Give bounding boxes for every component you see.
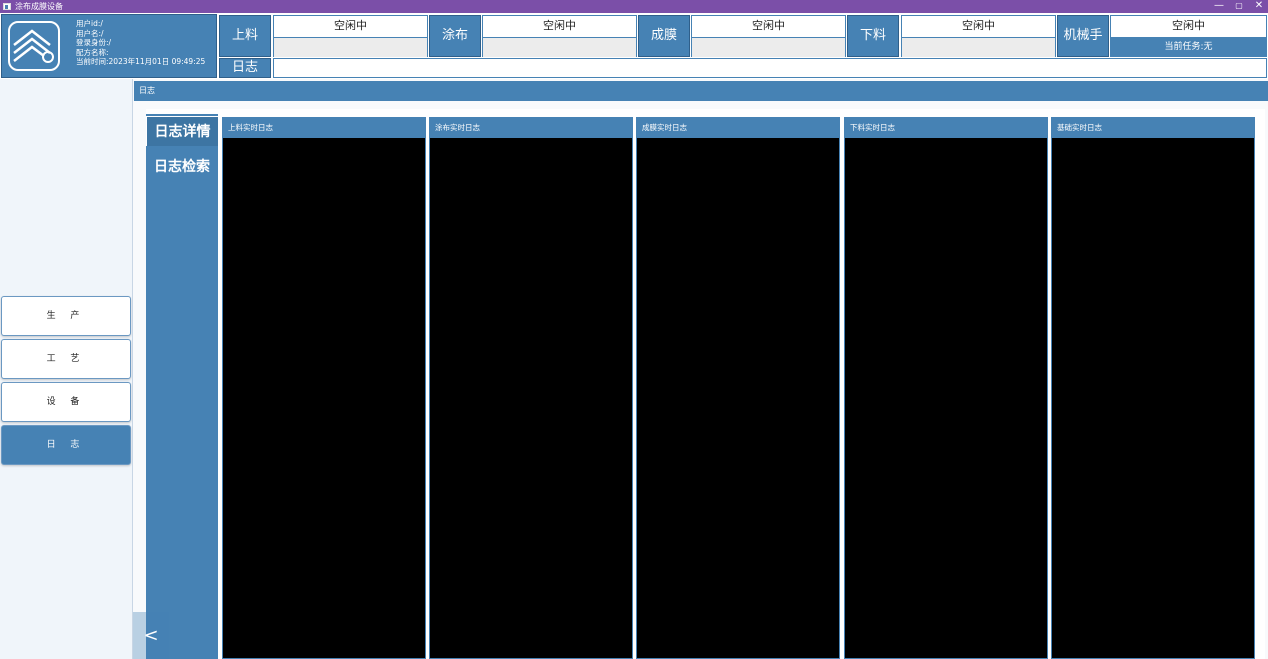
tab-log-details[interactable]: 日志详情: [146, 116, 218, 146]
robot-current-task: 当前任务:无: [1111, 38, 1266, 57]
station-detail: [692, 38, 845, 57]
station-label-filming: 成膜: [638, 15, 690, 57]
main-nav: 生 产 工 艺 设 备 日 志: [0, 79, 132, 659]
login-role-label: 登录身份:/: [76, 38, 112, 47]
log-bar-output: [273, 58, 1267, 78]
log-column-title: 下料实时日志: [845, 118, 1047, 138]
station-status-text: 空闲中: [483, 16, 636, 38]
log-column-filming: 成膜实时日志: [636, 117, 840, 659]
station-status-text: 空闲中: [902, 16, 1055, 38]
log-column-unloading: 下料实时日志: [844, 117, 1048, 659]
recipe-name-label: 配方名称:: [76, 47, 109, 57]
log-subnav: 日志详情 日志检索: [146, 114, 218, 659]
station-label-loading: 上料: [219, 15, 271, 57]
log-column-title: 涂布实时日志: [430, 118, 632, 138]
user-name-label: 用户名:/: [76, 28, 104, 38]
station-status-text: 空闲中: [1111, 16, 1266, 38]
log-column-title: 成膜实时日志: [637, 118, 839, 138]
log-column-title: 上料实时日志: [223, 118, 425, 138]
log-output[interactable]: [637, 138, 839, 658]
section-title: 日志: [134, 81, 1268, 101]
station-status-text: 空闲中: [692, 16, 845, 38]
log-column-basic: 基础实时日志: [1051, 117, 1255, 659]
station-label-robot: 机械手: [1057, 15, 1109, 57]
nav-log-button[interactable]: 日 志: [1, 425, 131, 465]
log-output[interactable]: [223, 138, 425, 658]
nav-process-button[interactable]: 工 艺: [1, 339, 131, 379]
station-status-robot: 空闲中 当前任务:无: [1110, 15, 1267, 57]
station-status-text: 空闲中: [274, 16, 427, 38]
station-detail: [902, 38, 1055, 57]
station-label-unloading: 下料: [847, 15, 899, 57]
log-panel: 日志详情 日志检索 上料实时日志 涂布实时日志 成膜实时日志 下料实时日志 基础…: [146, 109, 1265, 659]
station-status-unloading: 空闲中: [901, 15, 1056, 57]
log-bar-label: 日志: [219, 58, 271, 78]
window-title: 涂布成膜设备: [15, 2, 63, 11]
log-output[interactable]: [845, 138, 1047, 658]
log-column-coating: 涂布实时日志: [429, 117, 633, 659]
nav-production-button[interactable]: 生 产: [1, 296, 131, 336]
user-panel: 用户id:/ 用户名:/ 登录身份:/ 配方名称: 当前时间:2023年11月0…: [1, 14, 217, 78]
log-output[interactable]: [430, 138, 632, 658]
title-bar: 涂布成膜设备 — ▢ ✕: [0, 0, 1268, 13]
close-button[interactable]: ✕: [1250, 0, 1268, 13]
log-output[interactable]: [1052, 138, 1254, 658]
station-status-coating: 空闲中: [482, 15, 637, 57]
company-logo: [8, 21, 60, 71]
collapse-sidebar-button[interactable]: <: [133, 612, 169, 659]
minimize-button[interactable]: —: [1210, 0, 1228, 13]
tab-log-search[interactable]: 日志检索: [146, 152, 218, 182]
main-content: 日志 日志详情 日志检索 上料实时日志 涂布实时日志 成膜实时日志 下料实时日志…: [132, 79, 1268, 659]
nav-equipment-button[interactable]: 设 备: [1, 382, 131, 422]
station-status-filming: 空闲中: [691, 15, 846, 57]
station-detail: [483, 38, 636, 57]
app-icon: [3, 3, 11, 10]
header: 用户id:/ 用户名:/ 登录身份:/ 配方名称: 当前时间:2023年11月0…: [0, 13, 1268, 79]
restore-button[interactable]: ▢: [1230, 0, 1248, 13]
current-time-label: 当前时间:2023年11月01日 09:49:25: [76, 57, 206, 66]
logo-icon: [13, 29, 54, 63]
station-status-loading: 空闲中: [273, 15, 428, 57]
user-id-label: 用户id:/: [76, 19, 103, 28]
log-column-title: 基础实时日志: [1052, 118, 1254, 138]
station-detail: [274, 38, 427, 57]
station-label-coating: 涂布: [429, 15, 481, 57]
log-column-loading: 上料实时日志: [222, 117, 426, 659]
